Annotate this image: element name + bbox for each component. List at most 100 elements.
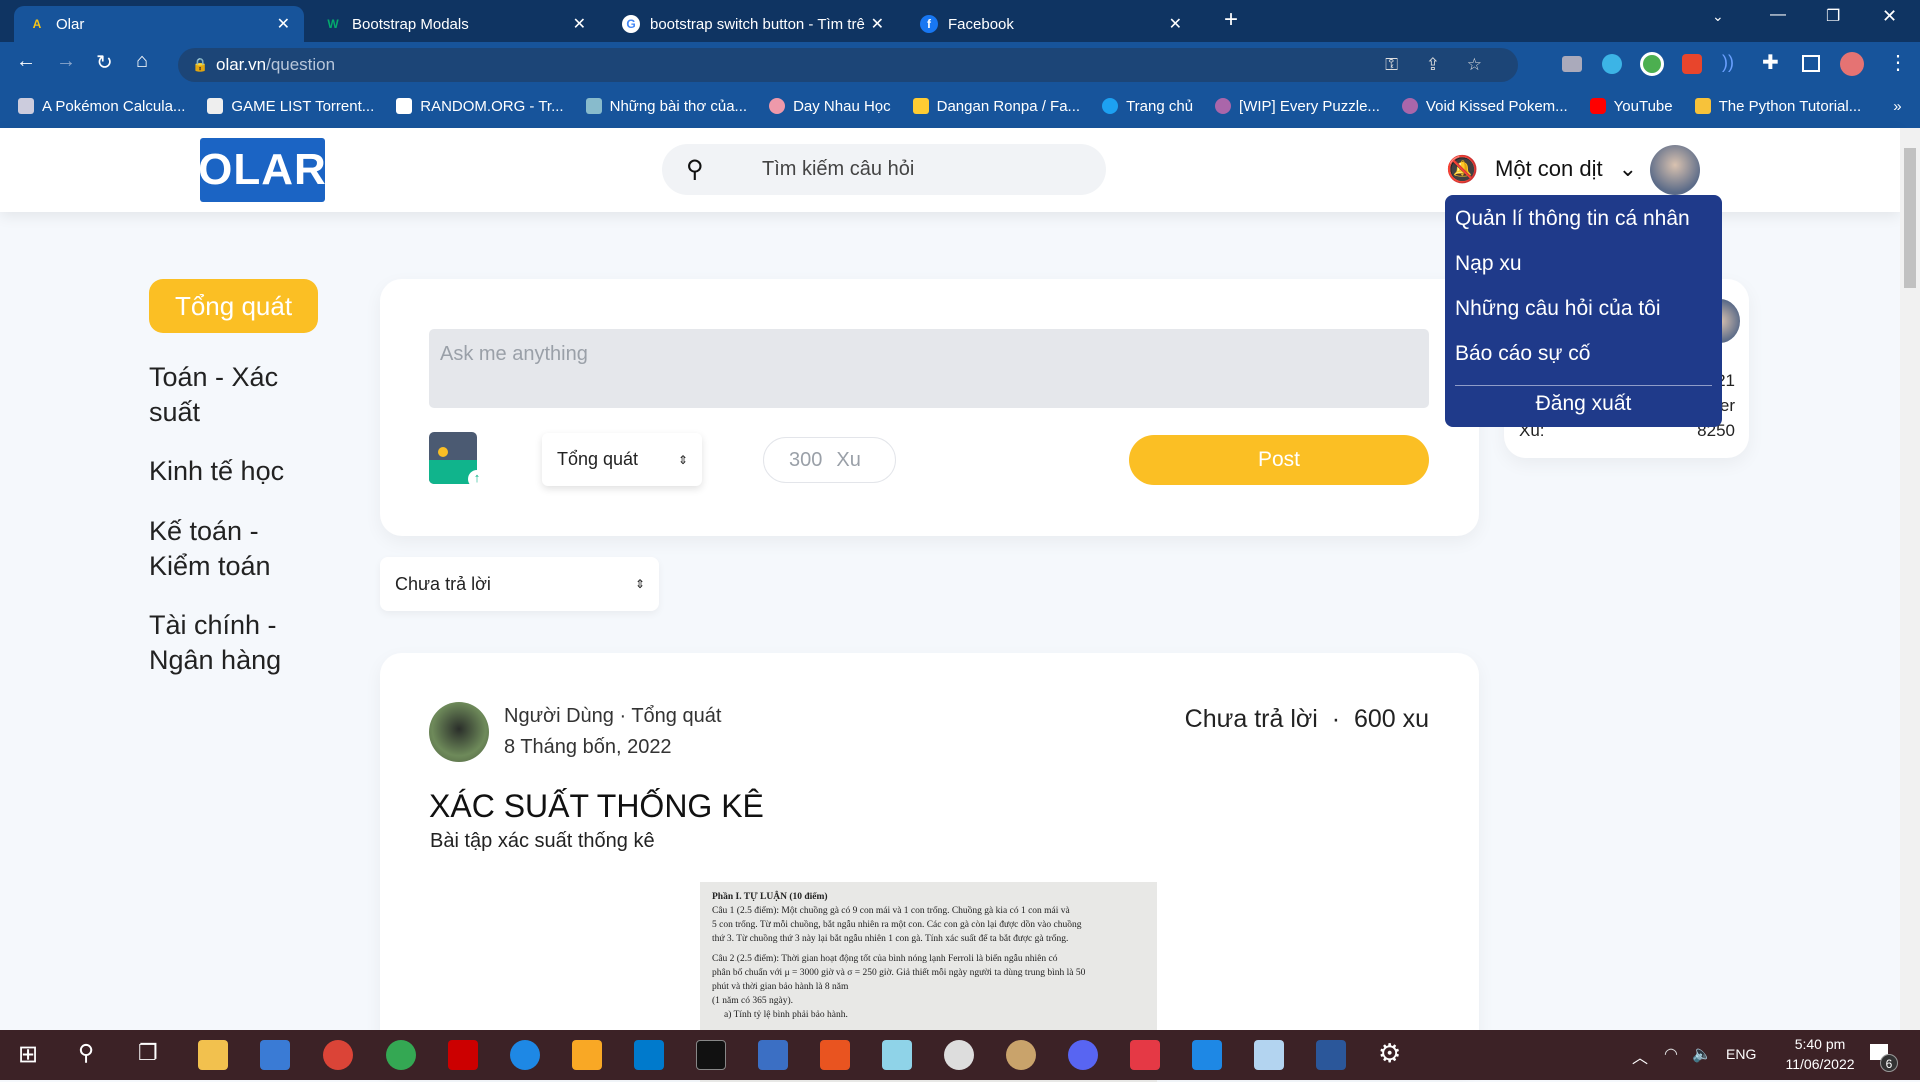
notepad-icon[interactable] [882, 1040, 912, 1070]
upload-image-icon[interactable]: ↑ [429, 432, 486, 488]
sidebar-item-economics[interactable]: Kinh tế học [149, 454, 309, 489]
user-menu-toggle[interactable]: Một con dịt ⌄ [1495, 156, 1637, 182]
forward-icon[interactable]: → [56, 50, 76, 73]
chrome-icon[interactable] [323, 1040, 353, 1070]
user-avatar[interactable] [1650, 145, 1700, 195]
close-tab-icon[interactable]: ✕ [871, 14, 884, 34]
tab-google-search[interactable]: Gbootstrap switch button - Tìm trê ✕ [608, 6, 898, 42]
menu-item-logout[interactable]: Đăng xuất [1445, 392, 1722, 416]
post-title[interactable]: XÁC SUẤT THỐNG KÊ [429, 788, 764, 825]
menu-item-top-up[interactable]: Nạp xu [1455, 252, 1522, 276]
reload-icon[interactable]: ↻ [96, 50, 113, 75]
bookmark[interactable]: RANDOM.ORG - Tr... [396, 98, 564, 115]
volume-icon[interactable]: 🔈 [1692, 1044, 1712, 1064]
side-panel-icon[interactable] [1802, 55, 1820, 72]
bookmark[interactable]: A Pokémon Calcula... [18, 98, 185, 115]
task-view-icon[interactable]: ❐ [138, 1040, 158, 1066]
bookmark[interactable]: GAME LIST Torrent... [207, 98, 374, 115]
scrollbar-thumb[interactable] [1904, 148, 1916, 288]
discord-icon[interactable] [1068, 1040, 1098, 1070]
category-select[interactable]: Tổng quát ⇕ [542, 433, 702, 486]
search-input[interactable]: ⚲ Tìm kiếm câu hỏi [662, 144, 1106, 195]
menu-item-profile[interactable]: Quản lí thông tin cá nhân [1455, 207, 1690, 231]
file-explorer-icon[interactable] [198, 1040, 228, 1070]
sidebar-item-general[interactable]: Tổng quát [149, 279, 318, 333]
language-indicator[interactable]: ENG [1726, 1046, 1756, 1062]
extension-icon[interactable]: )) [1722, 52, 1734, 73]
bookmark[interactable]: The Python Tutorial... [1694, 98, 1861, 115]
menu-item-report[interactable]: Báo cáo sự cố [1455, 342, 1590, 366]
xu-unit: Xu [836, 448, 861, 471]
back-icon[interactable]: ← [16, 50, 36, 73]
sidebar-item-finance-banking[interactable]: Tài chính - Ngân hàng [149, 608, 319, 678]
address-bar[interactable]: 🔒 olar.vn/question ⚿ ⇪ ☆ [178, 48, 1518, 82]
bookmark[interactable]: Dangan Ronpa / Fa... [912, 98, 1080, 115]
vscode-icon[interactable] [634, 1040, 664, 1070]
bookmark[interactable]: YouTube [1589, 98, 1673, 115]
minimize-button[interactable]: — [1770, 6, 1786, 24]
chrome-profile-icon[interactable] [386, 1040, 416, 1070]
close-tab-icon[interactable]: ✕ [1169, 14, 1182, 34]
tab-facebook[interactable]: f Facebook ✕ [906, 6, 1196, 42]
zalo-icon[interactable] [510, 1040, 540, 1070]
question-textarea[interactable]: Ask me anything [429, 329, 1429, 408]
close-tab-icon[interactable]: ✕ [277, 14, 290, 34]
notifications-off-icon[interactable]: 🔕 [1446, 154, 1478, 185]
virtualbox-icon[interactable] [1254, 1040, 1284, 1070]
bookmarks-overflow[interactable]: » [1893, 98, 1901, 115]
settings-icon[interactable]: ⚙ [1378, 1038, 1401, 1069]
chrome-extension-icon[interactable] [1640, 52, 1664, 76]
google-favicon-icon: G [622, 15, 640, 33]
xu-amount-input[interactable]: 300 Xu [763, 437, 896, 483]
bookmark[interactable]: Void Kissed Pokem... [1401, 98, 1568, 115]
store-icon[interactable] [260, 1040, 290, 1070]
page-scrollbar[interactable] [1900, 128, 1920, 1030]
clock-app-icon[interactable] [1130, 1040, 1160, 1070]
app-icon[interactable] [1192, 1040, 1222, 1070]
extension-icon[interactable] [1602, 54, 1622, 74]
garena-icon[interactable] [448, 1040, 478, 1070]
status-filter-select[interactable]: Chưa trả lời ⇕ [380, 557, 659, 611]
author-name[interactable]: Người Dùng [504, 705, 614, 727]
key-icon[interactable]: ⚿ [1385, 55, 1398, 75]
post-category[interactable]: Tổng quát [631, 705, 721, 727]
close-tab-icon[interactable]: ✕ [573, 14, 586, 34]
terminal-icon[interactable] [696, 1040, 726, 1070]
profile-avatar[interactable] [1840, 52, 1864, 76]
show-hidden-icons[interactable]: ︿ [1632, 1044, 1648, 1068]
share-icon[interactable]: ⇪ [1426, 55, 1440, 75]
word-icon[interactable] [1316, 1040, 1346, 1070]
close-window-button[interactable]: ✕ [1882, 6, 1897, 27]
sublime-icon[interactable] [572, 1040, 602, 1070]
search-taskbar-icon[interactable]: ⚲ [78, 1040, 94, 1066]
bookmark-star-icon[interactable]: ☆ [1467, 55, 1482, 75]
ubuntu-icon[interactable] [820, 1040, 850, 1070]
bookmark[interactable]: Trang chủ [1102, 98, 1193, 115]
menu-icon[interactable]: ⋮ [1888, 50, 1908, 75]
post-button[interactable]: Post [1129, 435, 1429, 485]
menu-item-my-questions[interactable]: Những câu hỏi của tôi [1455, 297, 1661, 321]
tab-strip: A Olar ✕ W Bootstrap Modals ✕ Gbootstrap swi… [0, 0, 1920, 42]
new-tab-button[interactable]: + [1224, 6, 1238, 34]
tab-olar[interactable]: A Olar ✕ [14, 6, 304, 42]
tab-search-icon[interactable]: ⌄ [1712, 8, 1724, 25]
restore-button[interactable]: ❐ [1826, 6, 1840, 26]
clock[interactable]: 5:40 pm 11/06/2022 [1770, 1034, 1870, 1074]
olar-logo[interactable]: OLAR [198, 138, 326, 202]
bookmark[interactable]: Day Nhau Học [769, 98, 891, 115]
sidebar-item-math-probability[interactable]: Toán - Xác suất [149, 360, 309, 430]
camera-extension-icon[interactable] [1562, 56, 1582, 72]
tab-bootstrap-modals[interactable]: W Bootstrap Modals ✕ [310, 6, 600, 42]
extension-icon[interactable] [1682, 54, 1702, 74]
wifi-icon[interactable]: ◠ [1664, 1044, 1678, 1064]
sidebar-item-accounting[interactable]: Kế toán - Kiểm toán [149, 514, 309, 584]
home-icon[interactable]: ⌂ [136, 50, 148, 73]
bookmark[interactable]: Những bài thơ của... [585, 98, 747, 115]
puzzle-extensions-icon[interactable]: ✚ [1762, 50, 1779, 75]
author-avatar[interactable] [429, 702, 489, 762]
paint-icon[interactable] [1006, 1040, 1036, 1070]
bookmark[interactable]: [WIP] Every Puzzle... [1215, 98, 1380, 115]
snipping-tool-icon[interactable] [944, 1040, 974, 1070]
windows-start-icon[interactable]: ⊞ [18, 1040, 38, 1069]
powershell-icon[interactable] [758, 1040, 788, 1070]
